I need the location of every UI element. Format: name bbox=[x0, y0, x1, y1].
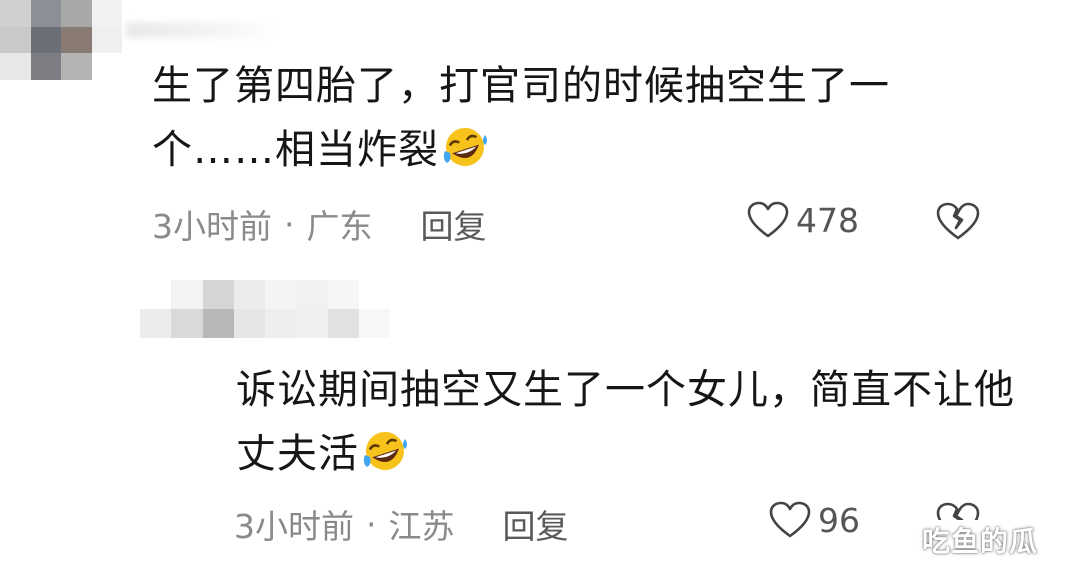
separator-dot: · bbox=[366, 504, 377, 544]
broken-heart-icon bbox=[936, 502, 980, 520]
comment-location: 广东 bbox=[306, 207, 373, 246]
blurred-username[interactable] bbox=[140, 280, 390, 338]
rofl-emoji-icon bbox=[361, 428, 409, 492]
like-control[interactable]: 478 bbox=[746, 200, 859, 240]
comment-text: 诉讼期间抽空又生了一个女儿，简直不让他丈夫活 bbox=[236, 358, 1026, 492]
comment-body: 生了第四胎了，打官司的时候抽空生了一个……相当炸裂 bbox=[152, 63, 890, 173]
comment-location: 江苏 bbox=[388, 507, 455, 546]
reply-button[interactable]: 回复 bbox=[503, 500, 569, 548]
watermark: 吃鱼的瓜 bbox=[922, 525, 1039, 558]
comment-meta: 3小时前 · 广东 回复 bbox=[152, 200, 487, 248]
blurred-username[interactable] bbox=[126, 22, 276, 38]
comment-body: 诉讼期间抽空又生了一个女儿，简直不让他丈夫活 bbox=[236, 367, 1015, 477]
reply-button[interactable]: 回复 bbox=[421, 200, 487, 248]
comment-time: 3小时前 bbox=[234, 507, 354, 546]
heart-icon[interactable] bbox=[746, 200, 790, 240]
like-control[interactable]: 96 bbox=[768, 500, 860, 540]
comment-meta: 3小时前 · 江苏 回复 bbox=[234, 500, 569, 548]
broken-heart-icon bbox=[936, 202, 980, 240]
heart-icon[interactable] bbox=[768, 500, 812, 540]
comment-time: 3小时前 bbox=[152, 207, 272, 246]
blurred-avatar[interactable] bbox=[0, 0, 122, 80]
dislike-button[interactable] bbox=[934, 200, 982, 246]
rofl-emoji-icon bbox=[441, 124, 489, 188]
like-count: 478 bbox=[796, 200, 859, 240]
dislike-button[interactable] bbox=[934, 500, 982, 520]
comment-text: 生了第四胎了，打官司的时候抽空生了一个……相当炸裂 bbox=[152, 54, 972, 188]
like-count: 96 bbox=[818, 500, 860, 540]
separator-dot: · bbox=[284, 204, 295, 244]
